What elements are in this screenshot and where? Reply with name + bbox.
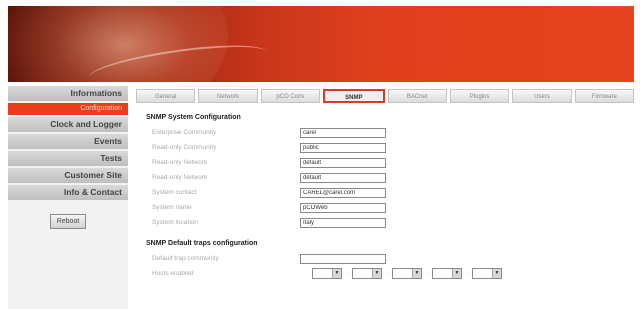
enterprise-community-input[interactable] <box>300 127 386 138</box>
select-value <box>313 269 332 278</box>
tab-general[interactable]: General <box>136 89 196 103</box>
tab-plugins[interactable]: Plugins <box>449 89 510 103</box>
trap-host-select-1[interactable]: ▼ <box>312 268 342 279</box>
tab-firmware[interactable]: Firmware <box>574 89 634 103</box>
trap-host-select-2[interactable]: ▼ <box>352 268 382 279</box>
system-location-input[interactable] <box>300 217 386 228</box>
snmp-traps-title: SNMP Default traps configuration <box>146 240 258 247</box>
sidebar-item-events[interactable]: Events <box>8 134 128 149</box>
sidebar-item-customer-site[interactable]: Customer Site <box>8 168 128 183</box>
form-row: Read-only Network <box>140 170 634 185</box>
system-location-label: System location <box>152 219 198 226</box>
system-name-label: System name <box>152 204 192 211</box>
form-row: Default trap community <box>140 251 634 266</box>
dropdown-arrow-icon: ▼ <box>492 269 501 278</box>
sidebar-item-clock-and-logger[interactable]: Clock and Logger <box>8 117 128 132</box>
snmp-system-title: SNMP System Configuration <box>146 114 241 121</box>
readonly-network-2-label: Read-only Network <box>152 174 208 181</box>
form-row: System contact <box>140 185 634 200</box>
enterprise-community-label: Enterprise Community <box>152 129 217 136</box>
system-name-input[interactable] <box>300 202 386 213</box>
form-row: Enterprise Community <box>140 125 634 140</box>
trap-community-label: Default trap community <box>152 255 219 262</box>
separator-dot: · <box>426 270 428 277</box>
dropdown-arrow-icon: ▼ <box>452 269 461 278</box>
form-row: System location <box>140 215 634 230</box>
readonly-network-2-input[interactable] <box>300 172 386 183</box>
sidebar-item-configuration[interactable]: Configuration <box>8 103 128 115</box>
form-row: Hosts enabled ▼ · ▼ · ▼ · ▼ · ▼ <box>140 266 634 281</box>
system-contact-input[interactable] <box>300 187 386 198</box>
dropdown-arrow-icon: ▼ <box>412 269 421 278</box>
form-row: Read-only Network <box>140 155 634 170</box>
tab-bacnet[interactable]: BACnet <box>387 89 447 103</box>
tab-bar: General Network pCO Conv SNMP BACnet Plu… <box>136 89 634 105</box>
snmp-config-panel: SNMP System Configuration Enterprise Com… <box>140 110 634 309</box>
dropdown-arrow-icon: ▼ <box>332 269 341 278</box>
select-value <box>393 269 412 278</box>
sidebar-item-tests[interactable]: Tests <box>8 151 128 166</box>
separator-dot: · <box>346 270 348 277</box>
tab-network[interactable]: Network <box>198 89 258 103</box>
form-row: System name <box>140 200 634 215</box>
hosts-enabled-label: Hosts enabled <box>152 270 194 277</box>
trap-community-input[interactable] <box>300 253 386 264</box>
reboot-area: Reboot <box>8 214 128 229</box>
reboot-button[interactable]: Reboot <box>49 214 87 229</box>
system-contact-label: System contact <box>152 189 197 196</box>
tab-pco-conv[interactable]: pCO Conv <box>260 89 321 103</box>
trap-host-selects: ▼ · ▼ · ▼ · ▼ · ▼ <box>312 268 502 279</box>
readonly-community-input[interactable] <box>300 142 386 153</box>
select-value <box>433 269 452 278</box>
select-value <box>353 269 372 278</box>
divider <box>140 230 634 236</box>
select-value <box>473 269 492 278</box>
tab-users[interactable]: Users <box>512 89 572 103</box>
sidebar-item-info-contact[interactable]: Info & Contact <box>8 185 128 200</box>
separator-dot: · <box>466 270 468 277</box>
readonly-network-input[interactable] <box>300 157 386 168</box>
sidebar-item-informations[interactable]: Informations <box>8 86 128 101</box>
readonly-network-label: Read-only Network <box>152 159 208 166</box>
sidebar: Informations Configuration Clock and Log… <box>8 86 128 309</box>
readonly-community-label: Read-only Community <box>152 144 217 151</box>
trap-host-select-3[interactable]: ▼ <box>392 268 422 279</box>
tab-snmp[interactable]: SNMP <box>323 89 385 103</box>
dropdown-arrow-icon: ▼ <box>372 269 381 278</box>
form-row: Read-only Community <box>140 140 634 155</box>
trap-host-select-4[interactable]: ▼ <box>432 268 462 279</box>
header-banner <box>8 6 634 82</box>
trap-host-select-5[interactable]: ▼ <box>472 268 502 279</box>
separator-dot: · <box>386 270 388 277</box>
